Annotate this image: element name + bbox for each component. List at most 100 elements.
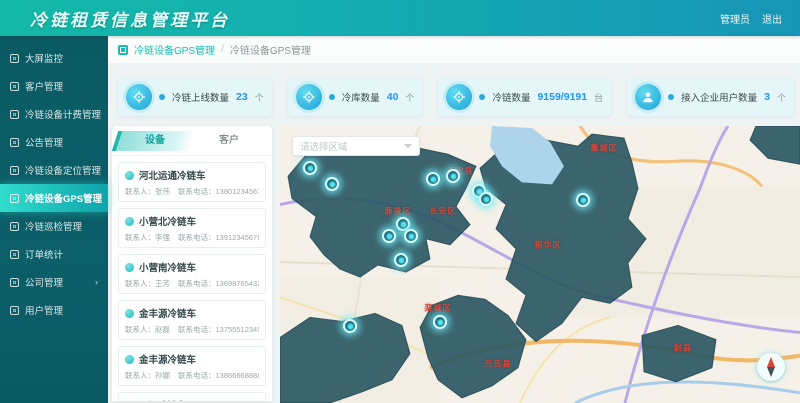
sidebar-item-notices[interactable]: 公告管理 xyxy=(0,128,108,156)
sidebar-item-label: 冷链设备GPS管理 xyxy=(25,191,102,205)
compass-control[interactable] xyxy=(756,351,786,385)
compass-needle-icon xyxy=(763,356,779,378)
device-title: 河北运通冷链车 xyxy=(139,168,206,182)
marker-core xyxy=(330,182,335,187)
device-title: 金丰源冷链车 xyxy=(139,306,196,320)
region-select[interactable]: 请选择区域 xyxy=(292,136,420,156)
device-marker-icon[interactable] xyxy=(382,229,396,243)
menu-icon xyxy=(10,278,19,287)
menu-icon xyxy=(10,110,19,119)
menu-icon xyxy=(10,250,19,259)
stats-row: 冷链上线数量 23 个 冷库数量 40 个 xyxy=(118,78,790,116)
marker-core xyxy=(387,234,392,239)
device-marker-icon[interactable] xyxy=(325,177,339,191)
sidebar-item-company[interactable]: 公司管理 › xyxy=(0,268,108,296)
device-meta: 联系人：孙娜联系电话：13866668888 xyxy=(125,370,259,381)
menu-icon xyxy=(10,82,19,91)
main-area: 冷链设备GPS管理 / 冷链设备GPS管理 冷链上线数量 23 个 xyxy=(108,36,800,403)
bullet-icon xyxy=(479,94,485,100)
marker-core xyxy=(431,177,436,182)
content-area: 设备 客户 河北运通冷链车 联系人：张伟联系电话：13801234567 xyxy=(108,126,800,403)
sidebar-item-label: 冷链设备定位管理 xyxy=(25,163,101,177)
list-item[interactable]: 小营南冷链车 联系人：王芳联系电话：13698765432 xyxy=(118,254,266,294)
stat-unit: 台 xyxy=(594,91,603,104)
marker-core xyxy=(581,198,586,203)
tab-customer[interactable]: 客户 xyxy=(192,131,266,151)
app-window: 冷链租赁信息管理平台 管理员 退出 大屏监控 客户管理 冷链设备计费管理 公告管… xyxy=(0,0,800,403)
sidebar-item-label: 用户管理 xyxy=(25,303,63,317)
marker-core xyxy=(451,174,456,179)
sidebar-item-billing[interactable]: 冷链设备计费管理 xyxy=(0,100,108,128)
user-name[interactable]: 管理员 xyxy=(720,11,750,26)
device-meta: 联系人：李强联系电话：13912345678 xyxy=(125,232,259,243)
marker-core xyxy=(438,320,443,325)
sidebar-item-label: 订单统计 xyxy=(25,247,63,261)
stat-unit: 个 xyxy=(405,91,414,104)
chevron-down-icon xyxy=(404,144,412,148)
map-base-svg xyxy=(280,126,800,403)
device-marker-icon[interactable] xyxy=(343,319,357,333)
marker-core xyxy=(399,258,404,263)
device-marker-icon[interactable] xyxy=(303,161,317,175)
device-dot-icon xyxy=(125,217,134,226)
user-area: 管理员 退出 xyxy=(720,11,782,26)
list-item[interactable]: 三河冷链车 联系人：刘洋联系电话：13577778888 xyxy=(118,392,266,401)
tab-device[interactable]: 设备 xyxy=(115,131,195,151)
stat-card-devices: 冷链数量 9159/9191 台 xyxy=(438,78,611,116)
marker-core xyxy=(348,324,353,329)
map-canvas[interactable]: 正定县藁城区鹿泉区长安区裕华区栾城区元氏县赵县 请选择区域 xyxy=(280,126,800,403)
chevron-right-icon: › xyxy=(95,277,98,287)
stat-label: 接入企业用户数量 xyxy=(681,90,757,104)
menu-icon xyxy=(10,138,19,147)
device-marker-icon[interactable] xyxy=(576,193,590,207)
tab-label: 设备 xyxy=(145,131,165,151)
stat-label: 冷链数量 xyxy=(492,90,530,104)
tab-label: 客户 xyxy=(219,135,239,146)
stat-unit: 个 xyxy=(255,91,264,104)
device-meta: 联系人：王芳联系电话：13698765432 xyxy=(125,278,259,289)
sidebar-item-gps[interactable]: 冷链设备GPS管理 xyxy=(0,184,108,212)
device-dot-icon xyxy=(125,309,134,318)
sidebar-item-inspection[interactable]: 冷链巡检管理 xyxy=(0,212,108,240)
sidebar-item-users[interactable]: 用户管理 xyxy=(0,296,108,324)
breadcrumb-icon xyxy=(118,45,128,55)
marker-core xyxy=(484,197,489,202)
sidebar-item-label: 冷链巡检管理 xyxy=(25,219,82,233)
device-marker-icon[interactable] xyxy=(394,253,408,267)
list-item[interactable]: 小营北冷链车 联系人：李强联系电话：13912345678 xyxy=(118,208,266,248)
device-marker-icon[interactable] xyxy=(433,315,447,329)
device-marker-icon[interactable] xyxy=(426,172,440,186)
sidebar-item-label: 公告管理 xyxy=(25,135,63,149)
breadcrumb: 冷链设备GPS管理 / 冷链设备GPS管理 xyxy=(108,36,800,64)
breadcrumb-current: 冷链设备GPS管理 xyxy=(230,42,311,57)
stat-card-depots: 冷库数量 40 个 xyxy=(288,78,423,116)
stat-label: 冷库数量 xyxy=(342,90,380,104)
device-marker-icon[interactable] xyxy=(479,192,493,206)
device-list-panel: 设备 客户 河北运通冷链车 联系人：张伟联系电话：13801234567 xyxy=(112,126,272,401)
device-marker-icon[interactable] xyxy=(404,229,418,243)
sidebar-item-customers[interactable]: 客户管理 xyxy=(0,72,108,100)
device-meta: 联系人：赵磊联系电话：13755512345 xyxy=(125,324,259,335)
stat-unit: 个 xyxy=(777,91,786,104)
device-dot-icon xyxy=(125,401,134,402)
device-marker-icon[interactable] xyxy=(446,169,460,183)
list-item[interactable]: 金丰源冷链车 联系人：赵磊联系电话：13755512345 xyxy=(118,300,266,340)
stat-value: 3 xyxy=(764,91,770,103)
sidebar-item-orders[interactable]: 订单统计 xyxy=(0,240,108,268)
breadcrumb-root[interactable]: 冷链设备GPS管理 xyxy=(134,42,215,57)
menu-icon xyxy=(10,222,19,231)
marker-core xyxy=(308,166,313,171)
sidebar-item-monitor[interactable]: 大屏监控 xyxy=(0,44,108,72)
logout-link[interactable]: 退出 xyxy=(762,11,782,26)
menu-icon xyxy=(10,54,19,63)
sidebar-item-label: 公司管理 xyxy=(25,275,63,289)
device-title: 小营北冷链车 xyxy=(139,214,196,228)
stat-card-online: 冷链上线数量 23 个 xyxy=(118,78,272,116)
page-title: 冷链租赁信息管理平台 xyxy=(30,6,230,31)
region-select-placeholder: 请选择区域 xyxy=(300,139,404,153)
list-item[interactable]: 金丰源冷链车 联系人：孙娜联系电话：13866668888 xyxy=(118,346,266,386)
sidebar-item-positioning[interactable]: 冷链设备定位管理 xyxy=(0,156,108,184)
device-list[interactable]: 河北运通冷链车 联系人：张伟联系电话：13801234567 小营北冷链车 联系… xyxy=(112,162,272,401)
bullet-icon xyxy=(329,94,335,100)
list-item[interactable]: 河北运通冷链车 联系人：张伟联系电话：13801234567 xyxy=(118,162,266,202)
